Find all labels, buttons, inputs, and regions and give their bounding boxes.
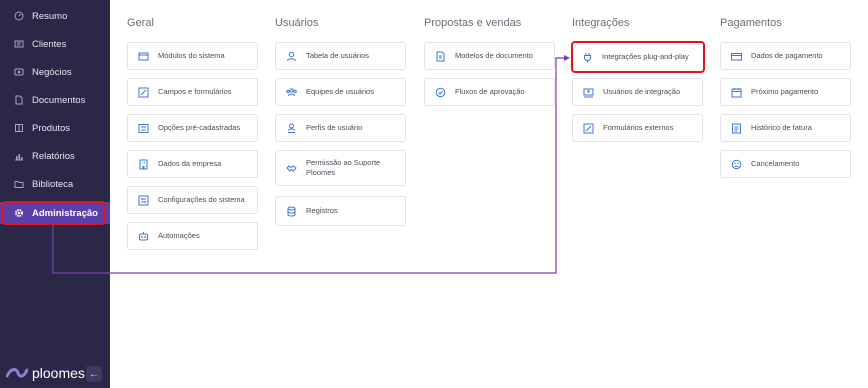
invoice-icon [731, 123, 742, 134]
document-template-icon [435, 51, 446, 62]
team-icon [286, 87, 297, 98]
card-fluxos-aprovacao[interactable]: Fluxos de aprovação [424, 78, 555, 106]
card-formularios-externos[interactable]: Formulários externos [572, 114, 703, 142]
deals-icon [14, 67, 24, 77]
integration-user-icon [583, 87, 594, 98]
card-permissao-suporte[interactable]: Permissão ao Suporte Ploomes [275, 150, 406, 186]
contacts-icon [14, 39, 24, 49]
window-icon [138, 51, 149, 62]
card-tabela-usuarios[interactable]: Tabela de usuários [275, 42, 406, 70]
card-proximo-pagamento[interactable]: Próximo pagamento [720, 78, 851, 106]
sidebar-item-label: Clientes [32, 38, 67, 50]
card-dados-pagamento[interactable]: Dados de pagamento [720, 42, 851, 70]
card-perfis-usuario[interactable]: Perfis de usuário [275, 114, 406, 142]
sidebar-item-biblioteca[interactable]: Biblioteca [0, 173, 110, 195]
sidebar-item-label: Biblioteca [32, 178, 74, 190]
credit-card-icon [731, 51, 742, 62]
card-campos-formularios[interactable]: Campos e formulários [127, 78, 258, 106]
sidebar-item-resumo[interactable]: Resumo [0, 5, 110, 27]
sad-face-icon [731, 159, 742, 170]
card-historico-fatura[interactable]: Histórico de fatura [720, 114, 851, 142]
highlight-box [2, 201, 105, 225]
external-form-icon [583, 123, 594, 134]
column-title-usuarios: Usuários [275, 17, 319, 29]
dashboard-icon [14, 11, 24, 21]
sidebar: Resumo Clientes Negócios Documentos Prod… [0, 0, 110, 388]
brand-logo: ploomes [6, 365, 85, 381]
column-title-geral: Geral [127, 17, 154, 29]
sidebar-item-label: Relatórios [32, 150, 75, 162]
sidebar-item-label: Produtos [32, 122, 71, 134]
card-equipes-usuarios[interactable]: Equipes de usuários [275, 78, 406, 106]
check-circle-icon [435, 87, 446, 98]
card-modulos-sistema[interactable]: Módulos do sistema [127, 42, 258, 70]
sidebar-item-negocios[interactable]: Negócios [0, 61, 110, 83]
column-title-propostas: Propostas e vendas [424, 17, 522, 29]
sidebar-item-label: Resumo [32, 10, 68, 22]
sidebar-item-relatorios[interactable]: Relatórios [0, 145, 110, 167]
column-title-integracoes: Integrações [572, 17, 630, 29]
ploomes-logo-icon [6, 368, 28, 378]
card-configuracoes-sistema[interactable]: Configurações do sistema [127, 186, 258, 214]
column-title-pagamentos: Pagamentos [720, 17, 782, 29]
card-cancelamento[interactable]: Cancelamento [720, 150, 851, 178]
user-icon [286, 51, 297, 62]
sidebar-item-label: Negócios [32, 66, 72, 78]
collapse-sidebar-button[interactable]: ← [86, 366, 102, 382]
robot-icon [138, 231, 149, 242]
product-icon [14, 123, 24, 133]
document-icon [14, 95, 24, 105]
card-integracoes-plug-and-play[interactable]: Integrações plug-and-play [571, 41, 705, 73]
card-opcoes-pre-cadastradas[interactable]: Opções pré-cadastradas [127, 114, 258, 142]
card-usuarios-integracao[interactable]: Usuários de integração [572, 78, 703, 106]
plug-icon [582, 52, 593, 63]
chart-icon [14, 151, 24, 161]
sidebar-item-clientes[interactable]: Clientes [0, 33, 110, 55]
card-dados-empresa[interactable]: Dados da empresa [127, 150, 258, 178]
card-registros[interactable]: Registros [275, 196, 406, 226]
profile-icon [286, 123, 297, 134]
card-automacoes[interactable]: Automações [127, 222, 258, 250]
brand-name: ploomes [32, 365, 85, 381]
sidebar-item-label: Documentos [32, 94, 86, 106]
building-icon [138, 159, 149, 170]
calendar-icon [731, 87, 742, 98]
database-icon [286, 206, 297, 217]
folder-icon [14, 179, 24, 189]
handshake-icon [286, 163, 297, 174]
settings-sliders-icon [138, 195, 149, 206]
sidebar-item-produtos[interactable]: Produtos [0, 117, 110, 139]
sidebar-item-documentos[interactable]: Documentos [0, 89, 110, 111]
card-modelos-documento[interactable]: Modelos de documento [424, 42, 555, 70]
list-icon [138, 123, 149, 134]
edit-form-icon [138, 87, 149, 98]
